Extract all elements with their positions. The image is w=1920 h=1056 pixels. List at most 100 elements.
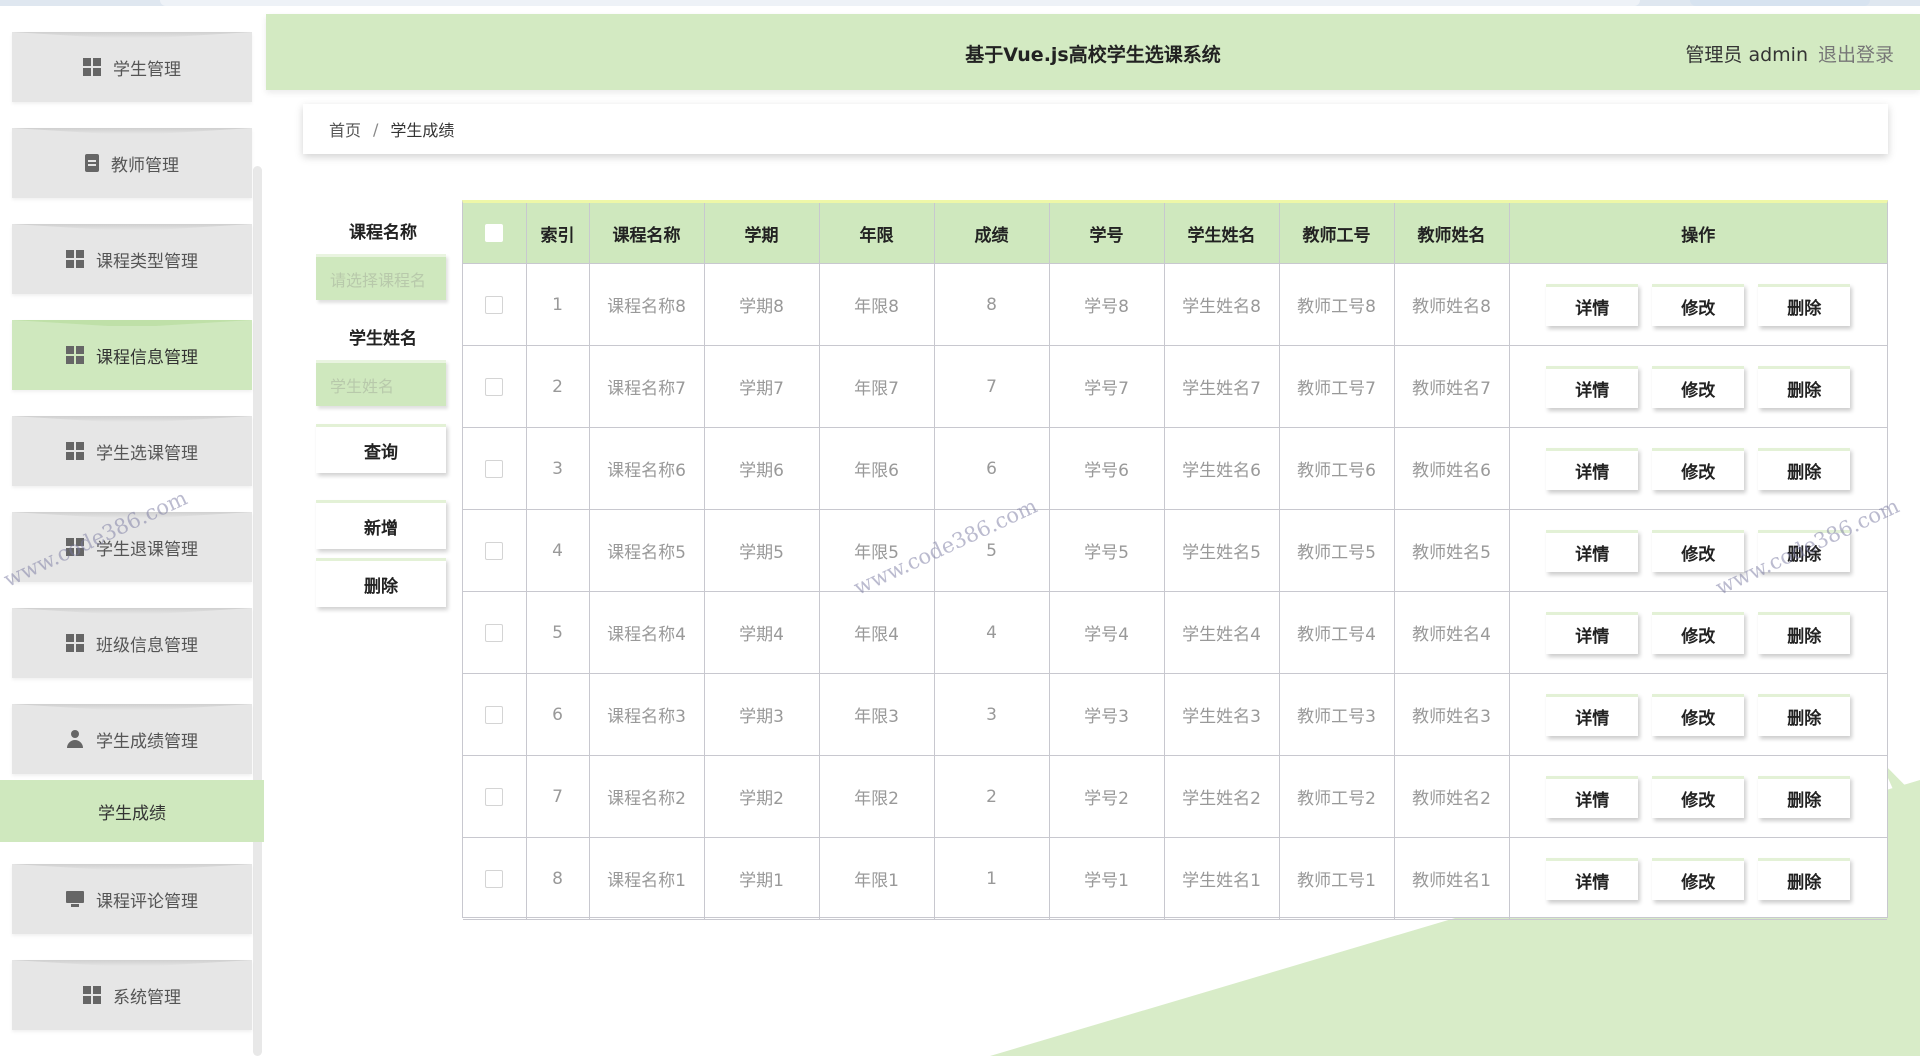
actions-cell: 详情 修改 删除 (1509, 591, 1887, 674)
sidebar-item-grade-management[interactable]: 学生成绩管理 (12, 704, 252, 774)
student-name-input[interactable]: 学生姓名 (316, 360, 446, 406)
sidebar-item-course-info-management[interactable]: 课程信息管理 (12, 320, 252, 390)
delete-button[interactable]: 删除 (1758, 447, 1851, 490)
table-cell: 课程名称7 (589, 345, 705, 428)
detail-button[interactable]: 详情 (1546, 365, 1639, 408)
table-cell: 课程名称2 (589, 755, 705, 838)
column-header: 教师工号 (1279, 203, 1395, 264)
course-name-select[interactable]: 请选择课程名 (316, 254, 446, 300)
student-name-label: 学生姓名 (349, 329, 417, 349)
table-cell: 教师姓名3 (1394, 673, 1510, 756)
delete-button[interactable]: 删除 (1758, 857, 1851, 900)
table-cell: 6 (526, 673, 590, 756)
edit-button[interactable]: 修改 (1652, 857, 1745, 900)
delete-button[interactable]: 删除 (1758, 611, 1851, 654)
edit-button[interactable]: 修改 (1652, 611, 1745, 654)
row-select-cell (463, 263, 527, 346)
sidebar-item-course-selection-management[interactable]: 学生选课管理 (12, 416, 252, 486)
row-select-cell (463, 837, 527, 920)
sidebar-item-class-info-management[interactable]: 班级信息管理 (12, 608, 252, 678)
table-cell: 教师姓名6 (1394, 427, 1510, 510)
row-checkbox[interactable] (485, 869, 504, 888)
table-cell: 2 (934, 755, 1050, 838)
sidebar-item-comment-management[interactable]: 课程评论管理 (12, 864, 252, 934)
actions-cell: 详情 修改 删除 (1509, 427, 1887, 510)
row-select-cell (463, 509, 527, 592)
table-cell: 学期2 (704, 755, 820, 838)
table-cell: 教师工号6 (1279, 427, 1395, 510)
person-icon (66, 730, 84, 748)
row-checkbox[interactable] (485, 295, 504, 314)
table-cell: 4 (526, 509, 590, 592)
edit-button[interactable]: 修改 (1652, 775, 1745, 818)
edit-button[interactable]: 修改 (1652, 283, 1745, 326)
table-cell: 7 (934, 345, 1050, 428)
sidebar-item-teacher-management[interactable]: 教师管理 (12, 128, 252, 198)
sidebar-item-student-management[interactable]: 学生管理 (12, 32, 252, 102)
add-button[interactable]: 新增 (316, 500, 446, 549)
detail-button[interactable]: 详情 (1546, 283, 1639, 326)
detail-button[interactable]: 详情 (1546, 857, 1639, 900)
table-cell: 学生姓名2 (1164, 755, 1280, 838)
grades-table: 索引 课程名称 学期 年限 成绩 学号 学生姓名 教师工号 教师姓名 操作 1课… (462, 200, 1888, 920)
row-checkbox[interactable] (485, 541, 504, 560)
table-cell: 学号5 (1049, 509, 1165, 592)
edit-button[interactable]: 修改 (1652, 365, 1745, 408)
column-header: 学期 (704, 203, 820, 264)
edit-button[interactable]: 修改 (1652, 693, 1745, 736)
browser-control (1690, 0, 1870, 6)
grid-icon (83, 58, 101, 76)
sidebar-item-system-management[interactable]: 系统管理 (12, 960, 252, 1030)
table-cell: 教师工号2 (1279, 755, 1395, 838)
sidebar-item-course-type-management[interactable]: 课程类型管理 (12, 224, 252, 294)
delete-button[interactable]: 删除 (1758, 283, 1851, 326)
row-checkbox[interactable] (485, 705, 504, 724)
table-cell: 8 (526, 837, 590, 920)
table-cell: 3 (526, 427, 590, 510)
query-button[interactable]: 查询 (316, 424, 446, 473)
edit-button[interactable]: 修改 (1652, 529, 1745, 572)
detail-button[interactable]: 详情 (1546, 775, 1639, 818)
row-select-cell (463, 591, 527, 674)
table-cell: 1 (526, 263, 590, 346)
delete-button[interactable]: 删除 (1758, 775, 1851, 818)
sidebar-item-label: 教师管理 (111, 155, 179, 176)
table-cell: 年限6 (819, 427, 935, 510)
actions-cell: 详情 修改 删除 (1509, 673, 1887, 756)
row-checkbox[interactable] (485, 787, 504, 806)
delete-button[interactable]: 删除 (1758, 365, 1851, 408)
breadcrumb-home[interactable]: 首页 (329, 117, 361, 141)
sidebar-scrollbar[interactable] (253, 166, 262, 1056)
table-row: 6 课程名称3 学期3 年限3 3 学号3 学生姓名3 教师工号3 教师姓名3 详情 修改 删除 (463, 673, 1887, 756)
detail-button[interactable]: 详情 (1546, 447, 1639, 490)
table-cell: 学号2 (1049, 755, 1165, 838)
table-cell: 教师姓名1 (1394, 837, 1510, 920)
table-cell: 1 (934, 837, 1050, 920)
row-checkbox[interactable] (485, 623, 504, 642)
delete-button[interactable]: 删除 (1758, 693, 1851, 736)
detail-button[interactable]: 详情 (1546, 693, 1639, 736)
grid-icon (66, 634, 84, 652)
table-cell: 4 (934, 591, 1050, 674)
grid-icon (66, 250, 84, 268)
edit-button[interactable]: 修改 (1652, 447, 1745, 490)
table-cell: 年限4 (819, 591, 935, 674)
actions-cell: 详情 修改 删除 (1509, 755, 1887, 838)
row-checkbox[interactable] (485, 377, 504, 396)
detail-button[interactable]: 详情 (1546, 529, 1639, 572)
sidebar-subitem-student-grades[interactable]: 学生成绩 (0, 780, 264, 842)
column-header: 课程名称 (589, 203, 705, 264)
table-row: 8 课程名称1 学期1 年限1 1 学号1 学生姓名1 教师工号1 教师姓名1 详情 修改 删除 (463, 837, 1887, 920)
table-cell: 学生姓名5 (1164, 509, 1280, 592)
column-header: 成绩 (934, 203, 1050, 264)
table-cell: 课程名称4 (589, 591, 705, 674)
table-cell: 学期6 (704, 427, 820, 510)
table-cell: 学生姓名3 (1164, 673, 1280, 756)
table-row: 2 课程名称7 学期7 年限7 7 学号7 学生姓名7 教师工号7 教师姓名7 详情 修改 删除 (463, 345, 1887, 428)
select-all-checkbox[interactable] (485, 224, 504, 242)
batch-delete-button[interactable]: 删除 (316, 558, 446, 607)
logout-link[interactable]: 退出登录 (1818, 40, 1894, 67)
detail-button[interactable]: 详情 (1546, 611, 1639, 654)
column-header: 操作 (1509, 203, 1887, 264)
row-checkbox[interactable] (485, 459, 504, 478)
